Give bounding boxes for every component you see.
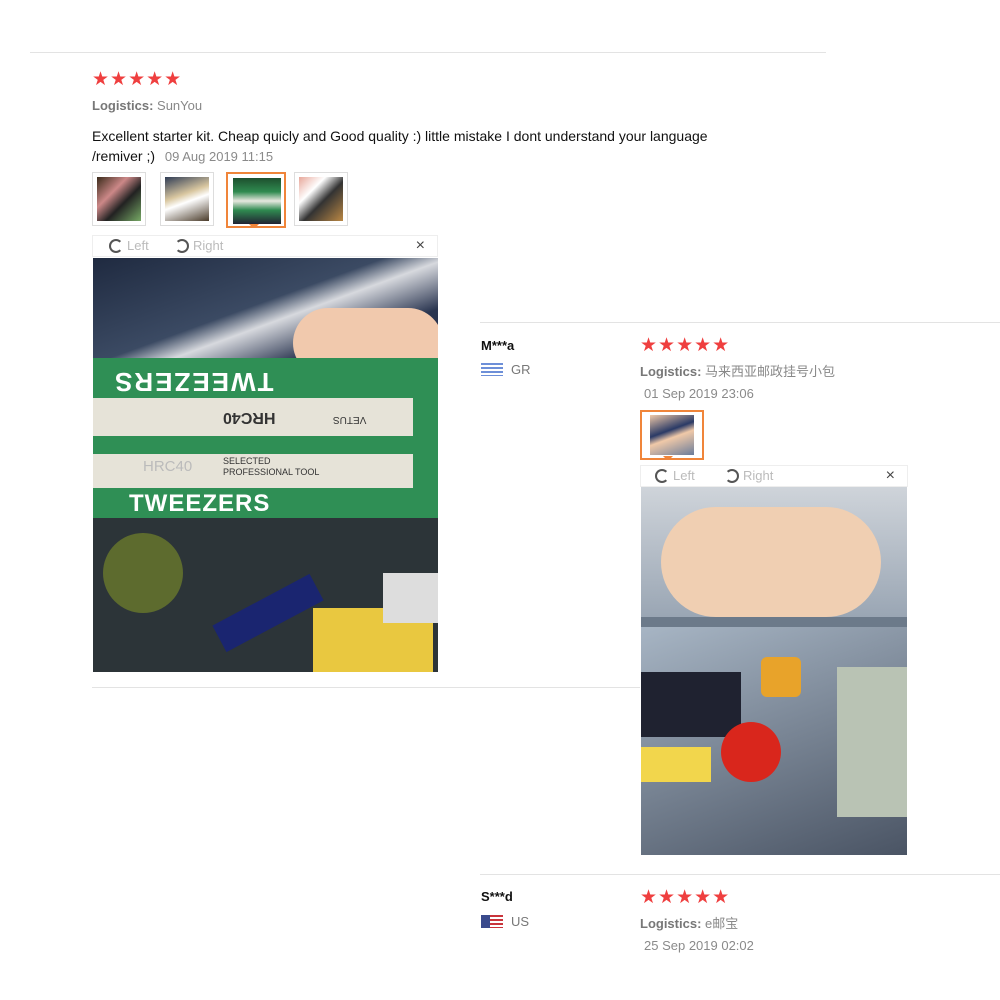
rotate-right-icon — [175, 238, 189, 253]
review-text-line-1: Excellent starter kit. Cheap quicly and … — [92, 128, 708, 144]
logistics-value: e邮宝 — [705, 916, 739, 931]
photo-thumbnail-3-active[interactable] — [226, 172, 286, 228]
divider-review3-top — [480, 874, 1000, 875]
tweezers-package-label-bottom: TWEEZERS — [129, 490, 271, 517]
review-date: 25 Sep 2019 02:02 — [644, 938, 754, 953]
rotate-right-label: Right — [743, 468, 774, 483]
rotate-right-button[interactable]: Right — [175, 238, 223, 253]
reviewer-name: M***a — [481, 338, 515, 353]
divider-top — [30, 52, 826, 53]
rotate-left-button[interactable]: Left — [109, 238, 149, 253]
rotate-right-button[interactable]: Right — [725, 468, 773, 483]
review-date: 01 Sep 2019 23:06 — [644, 386, 754, 401]
reviewer-country: GR — [481, 362, 531, 377]
divider-review2-top — [480, 322, 1000, 323]
rating-stars: ★★★★★ — [640, 887, 731, 908]
flag-gr-icon — [481, 363, 503, 376]
logistics-label: Logistics: — [640, 916, 702, 931]
logistics-info: Logistics: e邮宝 — [640, 913, 738, 932]
review-text-line-2: /remiver ;) — [92, 148, 155, 164]
logistics-value: 马来西亚邮政挂号小包 — [705, 364, 836, 379]
country-code: GR — [511, 362, 531, 377]
photo-thumbnail-1[interactable] — [92, 172, 146, 226]
rating-stars: ★★★★★ — [640, 335, 731, 356]
photo-thumbnail-4[interactable] — [294, 172, 348, 226]
logistics-label: Logistics: — [92, 98, 154, 113]
close-icon[interactable]: × — [416, 237, 425, 255]
image-viewer-toolbar: Left Right × — [92, 235, 438, 257]
vetus-label: VETUS — [333, 414, 367, 425]
image-viewer-toolbar: Left Right × — [640, 465, 908, 487]
rotate-left-icon — [655, 468, 669, 483]
logistics-info: Logistics: SunYou — [92, 98, 202, 113]
reviewer-country: US — [481, 914, 529, 929]
review-text: Excellent starter kit. Cheap quicly and … — [92, 126, 828, 167]
selected-tool-label: SELECTED PROFESSIONAL TOOL — [223, 456, 320, 477]
rotate-right-icon — [725, 468, 739, 483]
photo-thumbnail-2[interactable] — [160, 172, 214, 226]
logistics-value: SunYou — [157, 98, 203, 113]
photo-thumbnail-1-active[interactable] — [640, 410, 704, 460]
rotate-left-label: Left — [127, 238, 149, 253]
divider-review1-bottom — [92, 687, 640, 688]
close-icon[interactable]: × — [886, 467, 895, 485]
logistics-info: Logistics: 马来西亚邮政挂号小包 — [640, 361, 835, 380]
rotate-right-label: Right — [193, 238, 224, 253]
flag-us-icon — [481, 915, 503, 928]
hrc-label-bottom: HRC40 — [143, 458, 193, 475]
review-photo-large — [641, 487, 907, 855]
country-code: US — [511, 914, 530, 929]
rotate-left-label: Left — [673, 468, 695, 483]
rotate-left-button[interactable]: Left — [655, 468, 695, 483]
rotate-left-icon — [109, 238, 123, 253]
reviewer-name: S***d — [481, 889, 513, 904]
review-photo-large: TWEEZERS HRC40 VETUS HRC40 SELECTED PROF… — [93, 258, 438, 672]
tweezers-package-label-top: TWEEZERS — [113, 367, 274, 397]
hrc-label-top: HRC40 — [223, 409, 276, 426]
review-date: 09 Aug 2019 11:15 — [164, 149, 274, 164]
logistics-label: Logistics: — [640, 364, 702, 379]
rating-stars: ★★★★★ — [92, 69, 183, 90]
